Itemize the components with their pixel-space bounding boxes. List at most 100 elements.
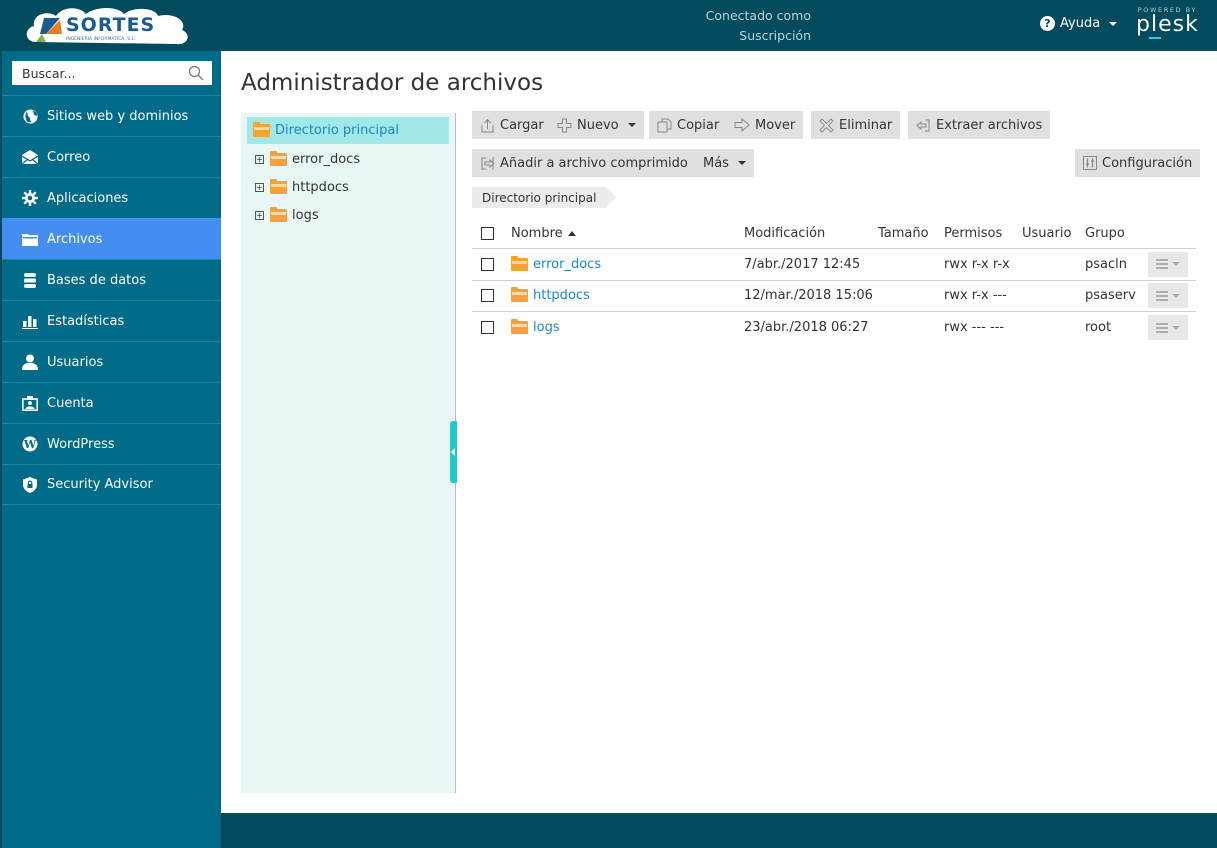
modified-cell: 23/abr./2018 06:27: [744, 320, 869, 336]
permissions-cell[interactable]: rwx --- ---: [944, 320, 1004, 335]
table-row: httpdocs 12/mar./2018 15:06 rwx r-x --- …: [472, 281, 1196, 312]
sidebar: Sitios web y dominios Correo Aplicacione…: [0, 51, 221, 848]
select-all-checkbox[interactable]: [481, 227, 494, 240]
row-actions-button[interactable]: [1148, 315, 1188, 341]
expand-icon[interactable]: +: [255, 154, 264, 164]
sidebar-item-label: Security Advisor: [47, 477, 153, 492]
sidebar-item-label: Correo: [47, 149, 91, 165]
plesk-logo[interactable]: POWERED BY plesk: [1136, 6, 1199, 39]
settings-label: Configuración: [1102, 155, 1193, 171]
sidebar-item-applications[interactable]: Aplicaciones: [2, 177, 221, 218]
expand-icon[interactable]: +: [255, 182, 264, 192]
menu-icon: [1156, 323, 1168, 333]
group-cell: root: [1085, 320, 1112, 336]
column-header-user[interactable]: Usuario: [1022, 226, 1071, 241]
tree-node-error-docs[interactable]: + error_docs: [255, 148, 360, 170]
column-header-permissions[interactable]: Permisos: [944, 226, 1002, 241]
connected-as-label[interactable]: Conectado como: [600, 6, 811, 26]
sidebar-item-statistics[interactable]: Estadísticas: [2, 300, 221, 341]
file-name-link[interactable]: httpdocs: [533, 288, 590, 303]
sidebar-item-wordpress[interactable]: W WordPress: [2, 423, 221, 464]
new-label: Nuevo: [577, 117, 619, 133]
mail-icon: [22, 149, 38, 165]
folder-icon: [253, 122, 270, 137]
sidebar-item-label: Cuenta: [47, 395, 94, 411]
column-header-size[interactable]: Tamaño: [878, 226, 929, 241]
table-row: error_docs 7/abr./2017 12:45 rwx r-x r-x…: [472, 249, 1196, 281]
row-checkbox[interactable]: [481, 321, 494, 335]
shield-lock-icon: [22, 476, 38, 493]
group-cell: psaserv: [1085, 288, 1136, 304]
expand-icon[interactable]: +: [255, 210, 264, 220]
sidebar-item-files[interactable]: Archivos: [2, 218, 221, 259]
chevron-down-icon: [627, 123, 636, 127]
row-checkbox[interactable]: [481, 289, 494, 303]
svg-text:INGENIERIA INFORMATICA, S.L.: INGENIERIA INFORMATICA, S.L.: [66, 36, 135, 42]
help-menu-button[interactable]: ? Ayuda: [1040, 16, 1118, 31]
new-button[interactable]: Nuevo: [549, 111, 644, 139]
wordpress-icon: W: [22, 436, 38, 452]
add-to-archive-button[interactable]: Añadir a archivo comprimido: [472, 149, 696, 177]
folder-icon: [270, 206, 287, 222]
svg-text:SORTES: SORTES: [66, 14, 155, 36]
file-name-cell: logs: [511, 319, 560, 335]
subscription-label[interactable]: Suscripción: [600, 26, 811, 46]
row-checkbox[interactable]: [481, 257, 494, 271]
upload-icon: [481, 118, 494, 132]
sidebar-item-account[interactable]: Cuenta: [2, 382, 221, 423]
more-button[interactable]: Más: [695, 149, 754, 177]
column-header-modified[interactable]: Modificación: [744, 226, 825, 241]
modified-cell: 12/mar./2018 15:06: [744, 288, 873, 304]
sortes-logo[interactable]: SORTES INGENIERIA INFORMATICA, S.L.: [22, 4, 194, 48]
breadcrumb-item-home[interactable]: Directorio principal: [482, 191, 596, 205]
delete-button[interactable]: Eliminar: [811, 111, 901, 139]
user-icon: [22, 354, 38, 370]
tree-node-httpdocs[interactable]: + httpdocs: [255, 176, 349, 198]
file-name-link[interactable]: logs: [533, 320, 560, 335]
sidebar-item-label: Sitios web y dominios: [47, 108, 189, 124]
permissions-cell[interactable]: rwx r-x ---: [944, 288, 1007, 303]
svg-text:W: W: [23, 438, 37, 451]
sidebar-item-users[interactable]: Usuarios: [2, 341, 221, 382]
sidebar-item-label: WordPress: [47, 436, 115, 452]
globe-icon: [22, 108, 38, 124]
upload-button[interactable]: Cargar: [472, 111, 552, 139]
file-name-cell: httpdocs: [511, 287, 590, 303]
sidebar-item-databases[interactable]: Bases de datos: [2, 259, 221, 300]
extract-files-button[interactable]: Extraer archivos: [908, 111, 1051, 139]
row-actions-button[interactable]: [1148, 283, 1188, 309]
sidebar-item-security-advisor[interactable]: Security Advisor: [2, 464, 221, 505]
more-label: Más: [703, 155, 729, 171]
permissions-cell[interactable]: rwx r-x r-x: [944, 257, 1010, 272]
copy-icon: [657, 118, 672, 132]
move-button[interactable]: Mover: [726, 111, 804, 139]
search-input[interactable]: [22, 65, 182, 81]
folder-icon: [511, 287, 528, 303]
gear-icon: [22, 190, 38, 206]
row-actions-button[interactable]: [1148, 251, 1188, 277]
column-header-group[interactable]: Grupo: [1085, 226, 1125, 241]
tree-node-logs[interactable]: + logs: [255, 204, 319, 226]
sidebar-item-websites-domains[interactable]: Sitios web y dominios: [2, 95, 221, 136]
sidebar-item-label: Usuarios: [47, 354, 104, 370]
sort-ascending-icon: [567, 231, 576, 236]
account-card-icon: [22, 395, 38, 411]
file-table: Nombre Modificación Tamaño Permisos Usua…: [472, 219, 1196, 344]
search-icon[interactable]: [188, 65, 204, 81]
delete-label: Eliminar: [839, 117, 893, 133]
tree-node-label: logs: [292, 207, 319, 223]
folder-icon: [511, 255, 528, 271]
copy-button[interactable]: Copiar: [649, 111, 728, 139]
file-name-link[interactable]: error_docs: [533, 257, 601, 272]
copy-label: Copiar: [677, 117, 720, 133]
sidebar-item-mail[interactable]: Correo: [2, 136, 221, 177]
tree-root-label: Directorio principal: [275, 123, 399, 138]
file-name-cell: error_docs: [511, 255, 601, 272]
collapse-tree-handle[interactable]: [450, 421, 457, 483]
settings-button[interactable]: Configuración: [1075, 149, 1201, 177]
tree-root-node[interactable]: Directorio principal: [247, 117, 449, 144]
connection-info: Conectado como Suscripción: [600, 6, 811, 46]
folder-icon: [270, 150, 287, 166]
sidebar-item-label: Archivos: [47, 231, 103, 247]
column-header-name[interactable]: Nombre: [511, 226, 576, 241]
